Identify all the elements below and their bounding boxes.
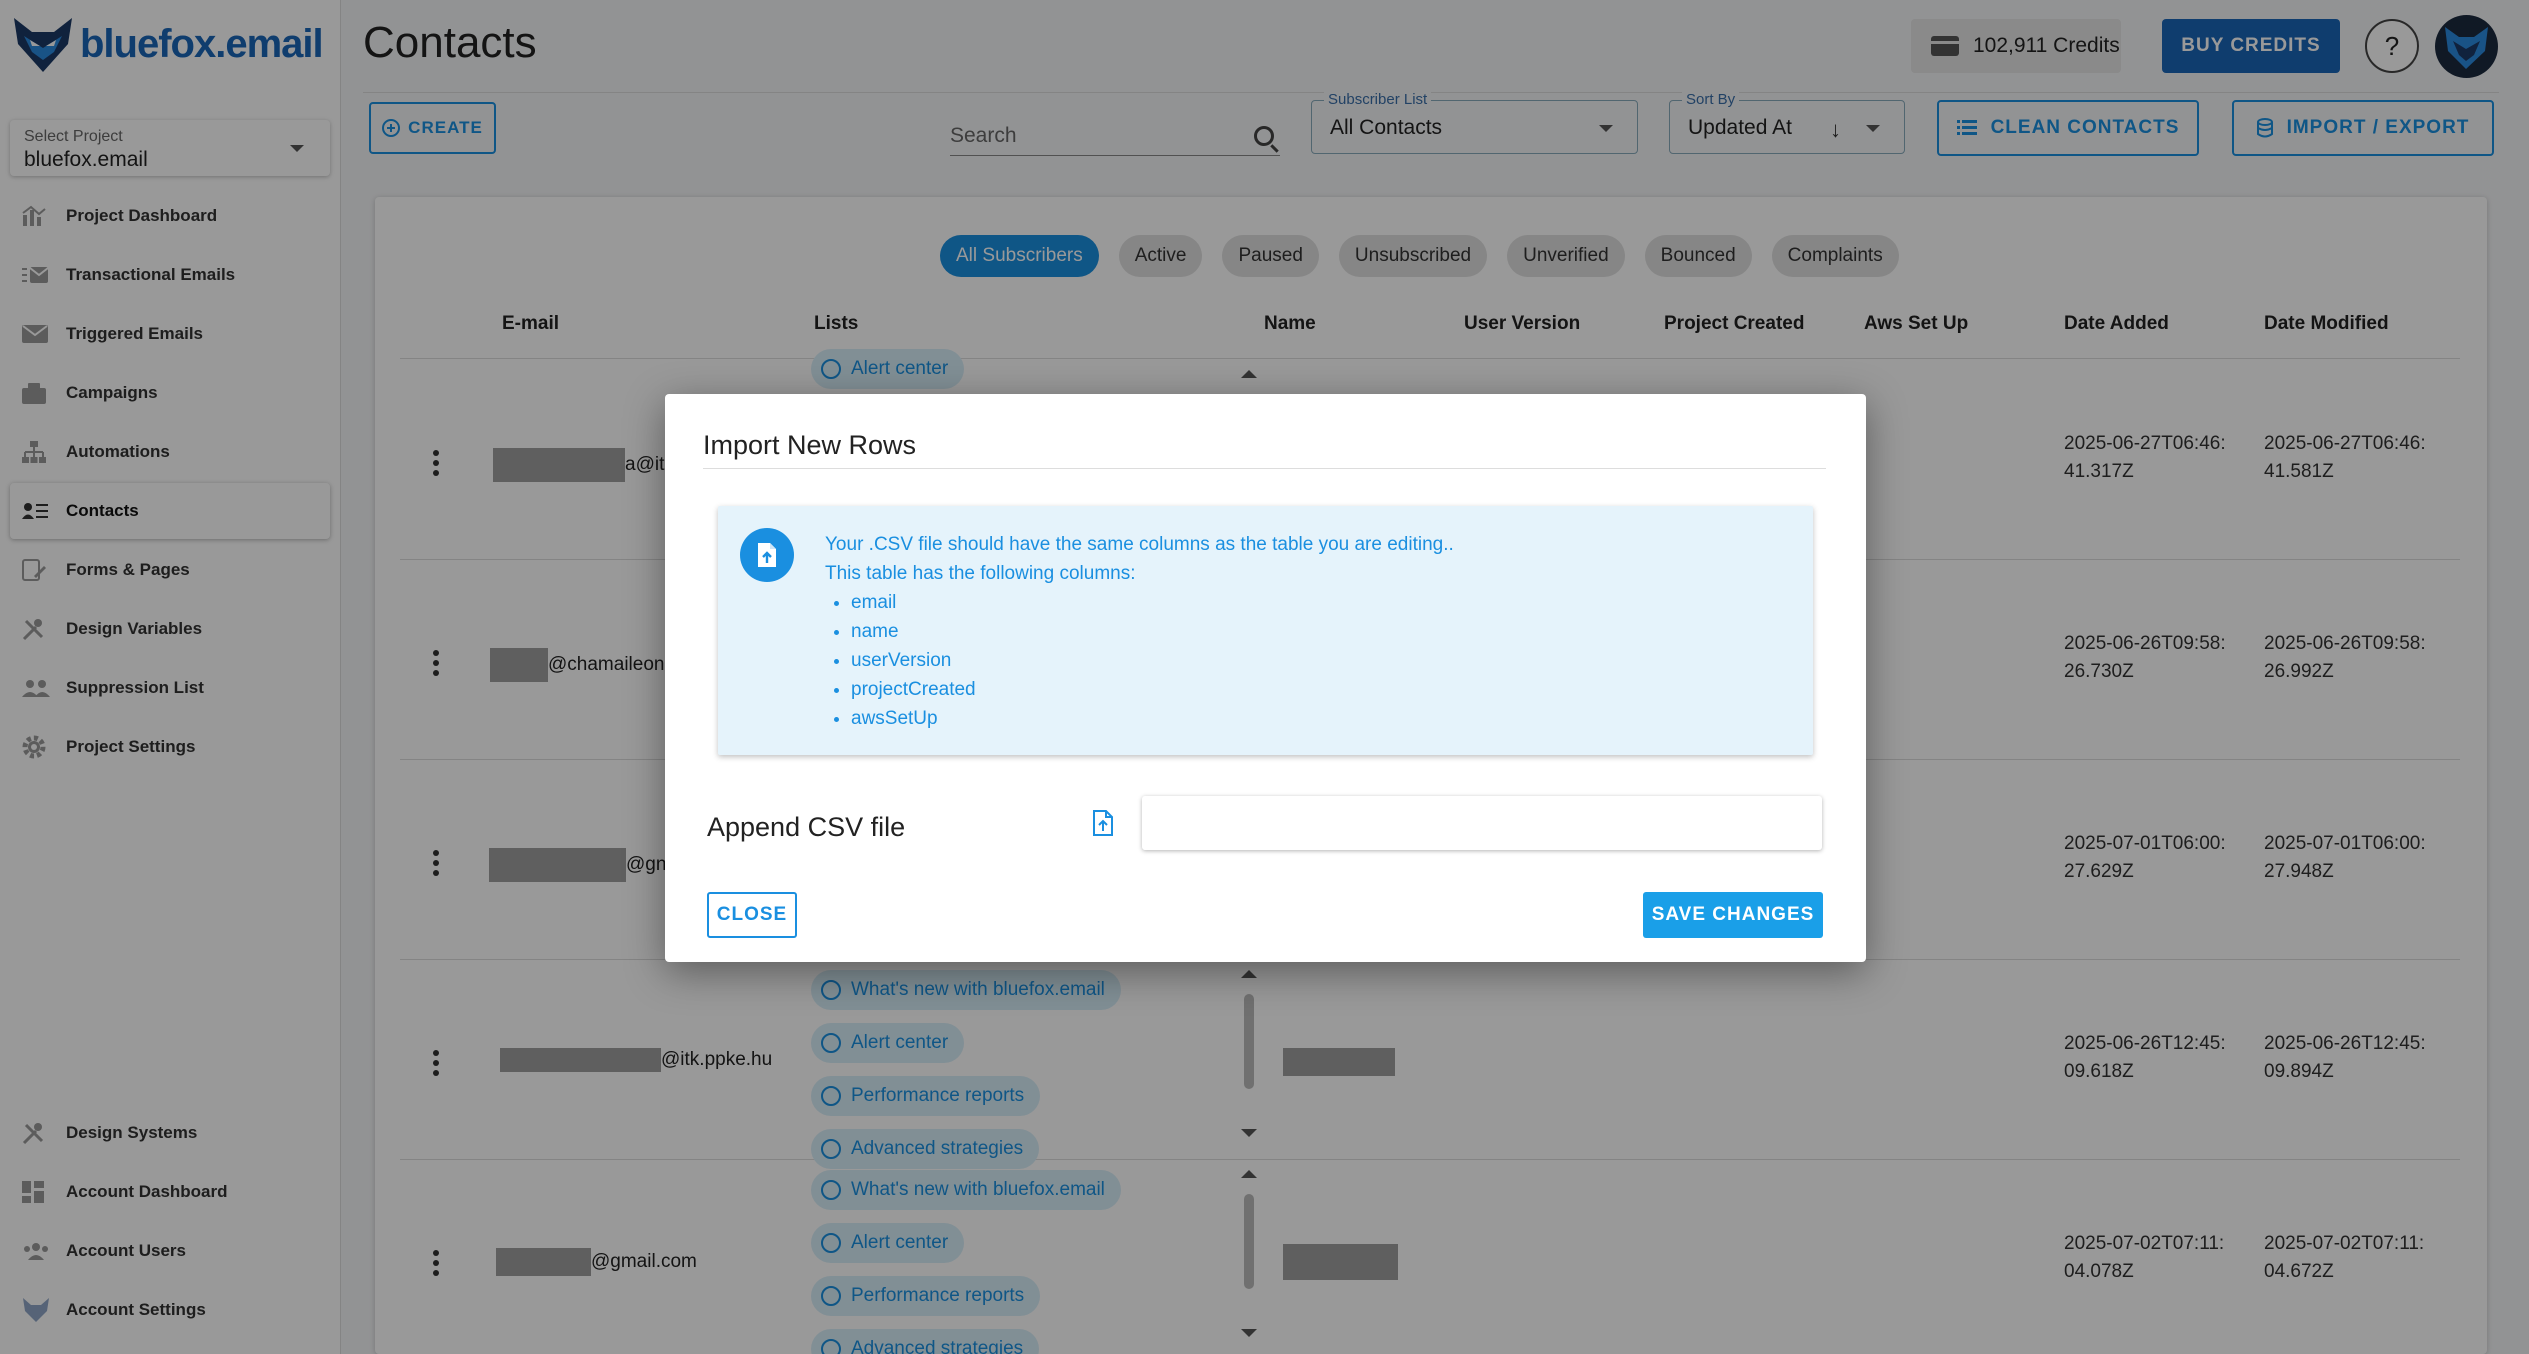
save-changes-button[interactable]: SAVE CHANGES xyxy=(1643,892,1823,938)
info-alert: Your .CSV file should have the same colu… xyxy=(718,506,1813,755)
dialog-title: Import New Rows xyxy=(703,430,917,460)
append-csv-label: Append CSV file xyxy=(707,812,906,842)
info-text: Your .CSV file should have the same colu… xyxy=(825,530,1454,733)
column-list-item: email xyxy=(851,588,1454,617)
column-list: email name userVersion projectCreated aw… xyxy=(851,588,1454,733)
column-list-item: projectCreated xyxy=(851,675,1454,704)
csv-file-input[interactable] xyxy=(1142,796,1822,850)
column-list-item: userVersion xyxy=(851,646,1454,675)
info-line-2: This table has the following columns: xyxy=(825,563,1136,584)
file-upload-icon[interactable] xyxy=(1092,810,1114,841)
info-line-1: Your .CSV file should have the same colu… xyxy=(825,534,1454,555)
column-list-item: name xyxy=(851,617,1454,646)
import-dialog: Import New Rows Your .CSV file should ha… xyxy=(665,394,1866,962)
dialog-divider xyxy=(703,468,1826,469)
file-upload-icon xyxy=(740,528,794,582)
close-button[interactable]: CLOSE xyxy=(707,892,797,938)
column-list-item: awsSetUp xyxy=(851,704,1454,733)
